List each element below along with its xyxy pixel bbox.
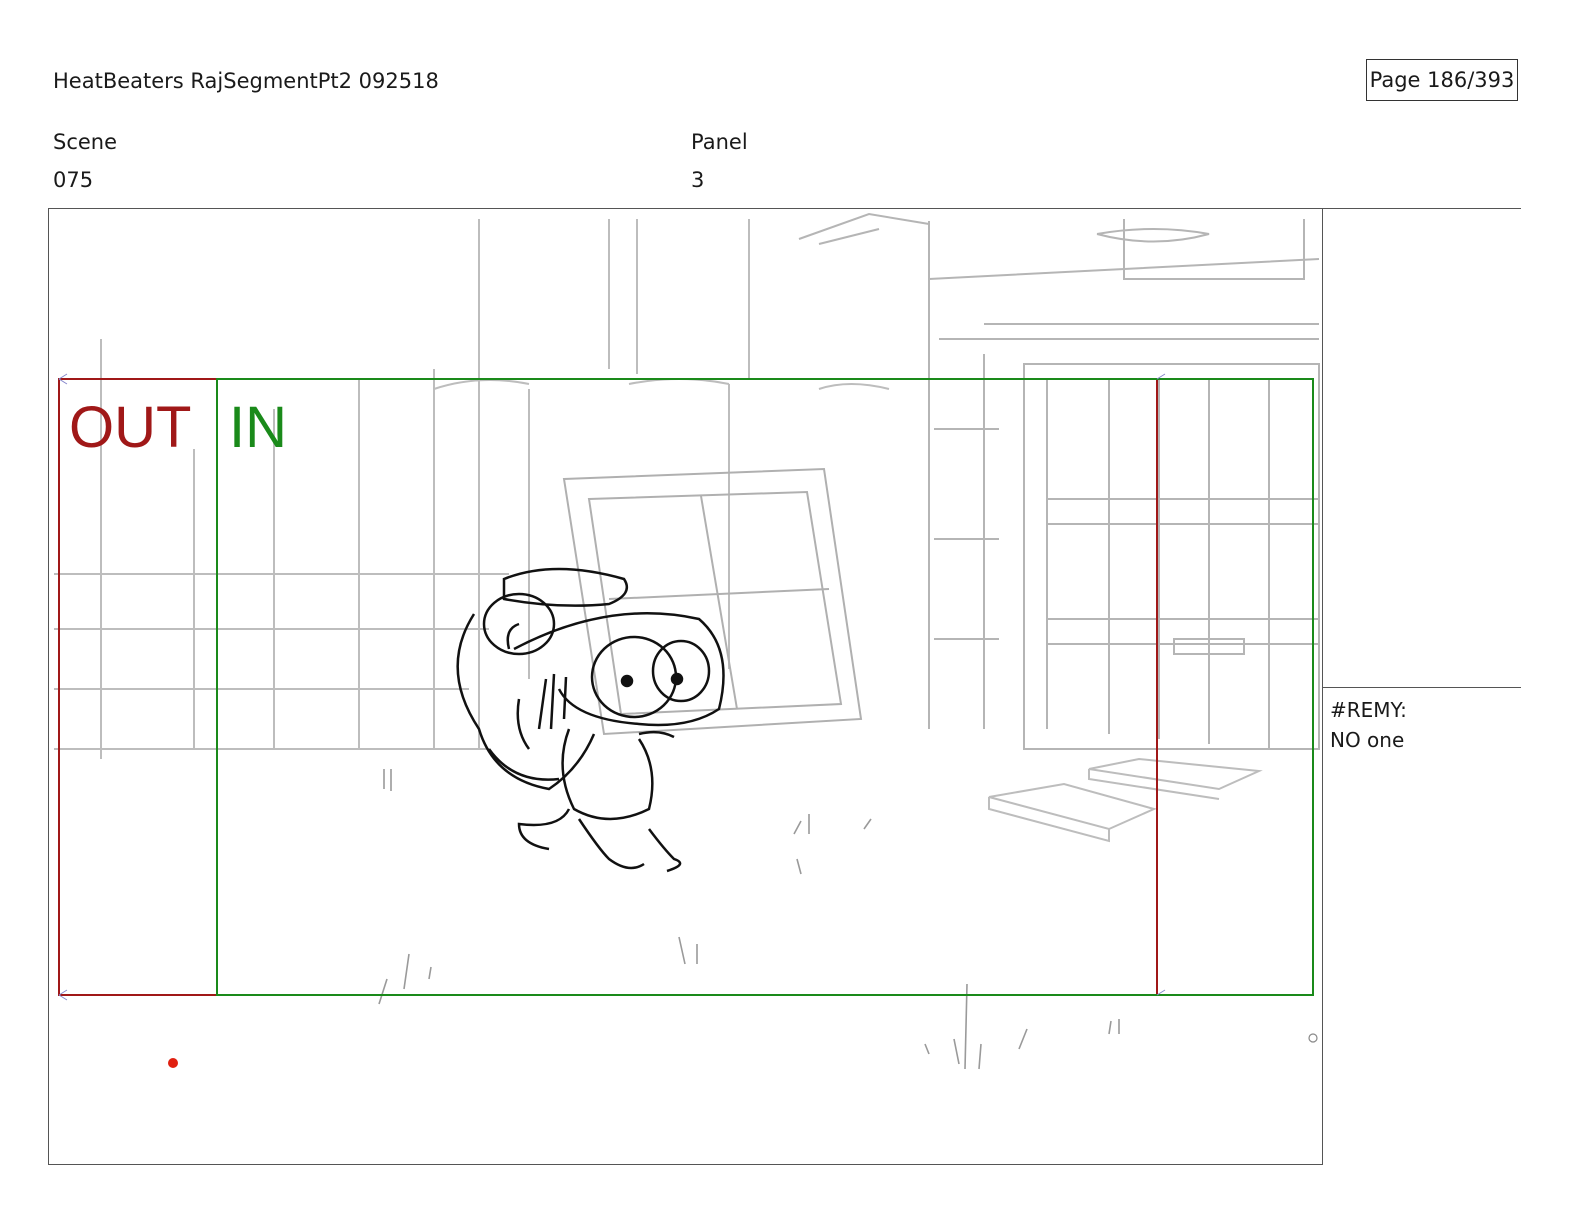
out-frame <box>58 378 1158 996</box>
in-label: IN <box>229 395 287 460</box>
panel-value: 3 <box>691 168 705 192</box>
scene-value: 075 <box>53 168 94 192</box>
notes-top-divider <box>1323 208 1521 209</box>
background-shed <box>798 212 1320 750</box>
ground-boards <box>988 757 1263 843</box>
background-fence <box>54 219 890 759</box>
character-sketch <box>456 567 725 873</box>
marker-dot <box>168 1058 178 1068</box>
scene-label: Scene <box>53 130 118 154</box>
dialogue-line: NO one <box>1330 728 1405 752</box>
panel-artwork <box>54 212 1320 1070</box>
storyboard-panel: OUT IN <box>48 208 1323 1165</box>
panel-label: Panel <box>691 130 748 154</box>
frame-corner-marks <box>58 373 1166 1001</box>
leaning-window <box>562 467 863 736</box>
notes-dialogue-divider <box>1323 687 1521 688</box>
dialogue-speaker: #REMY: <box>1330 698 1407 722</box>
small-circle-mark <box>1308 1033 1318 1043</box>
page-number: Page 186/393 <box>1369 68 1515 92</box>
out-label: OUT <box>69 395 192 460</box>
document-title: HeatBeaters RajSegmentPt2 092518 <box>53 69 439 93</box>
page-indicator: Page 186/393 <box>1366 59 1518 101</box>
